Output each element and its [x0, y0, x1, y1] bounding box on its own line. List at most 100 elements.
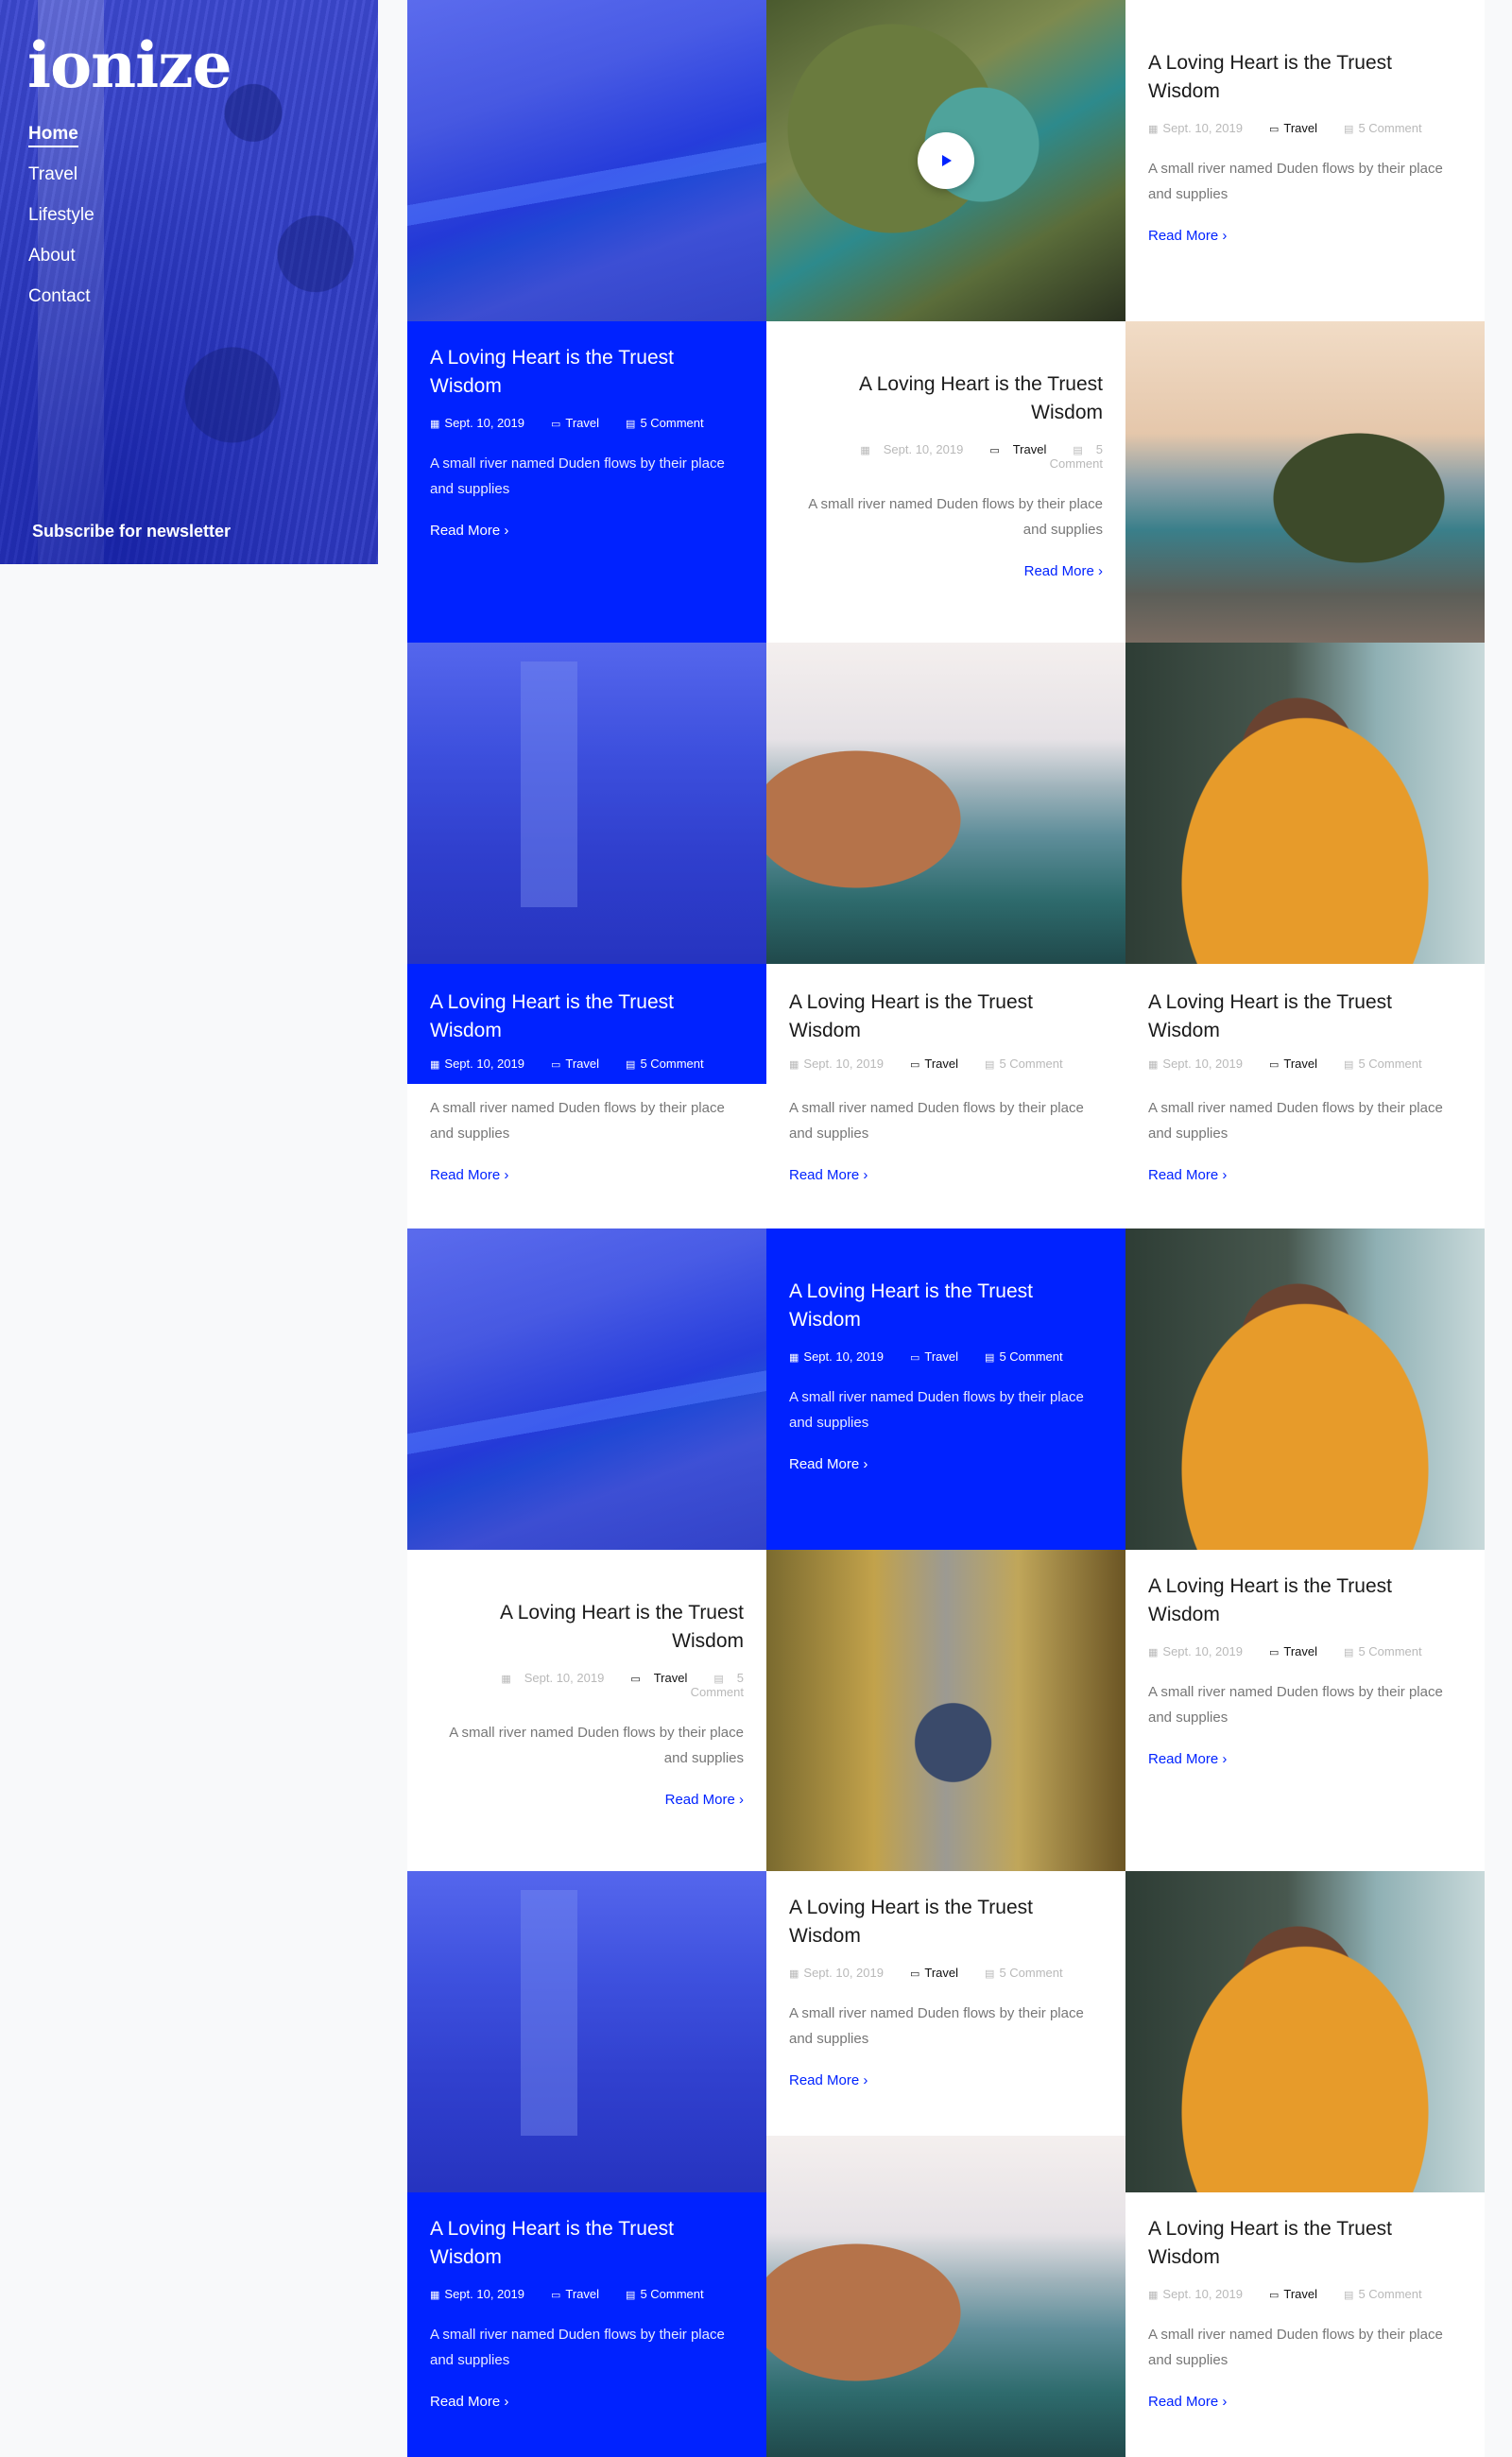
- post-title[interactable]: A Loving Heart is the Truest Wisdom: [1148, 2215, 1462, 2272]
- read-more-link[interactable]: Read More ›: [1148, 228, 1227, 244]
- post-date[interactable]: ▦ Sept. 10, 2019: [789, 1349, 897, 1364]
- post-image[interactable]: [766, 643, 1125, 964]
- read-more-link[interactable]: Read More ›: [1024, 563, 1103, 579]
- folder-icon: ▭: [1268, 1647, 1280, 1658]
- post-card: A Loving Heart is the Truest Wisdom ▦ Sep…: [407, 321, 766, 643]
- post-comments[interactable]: ▤ 5 Comment: [1344, 121, 1435, 135]
- post-excerpt: A small river named Duden flows by their…: [430, 455, 725, 497]
- post-image[interactable]: [766, 1550, 1125, 1871]
- post-category[interactable]: ▭ Travel: [1269, 121, 1331, 135]
- chat-icon: ▤: [985, 1059, 995, 1071]
- folder-icon: ▭: [1268, 2290, 1280, 2301]
- post-comments[interactable]: ▤ 5 Comment: [691, 1671, 744, 1699]
- post-image[interactable]: [1125, 321, 1485, 643]
- post-excerpt: A small river named Duden flows by their…: [430, 1100, 725, 1142]
- subscribe-label[interactable]: Subscribe for newsletter: [32, 522, 231, 541]
- nav-lifestyle[interactable]: Lifestyle: [28, 204, 94, 227]
- read-more-link[interactable]: Read More ›: [1148, 1751, 1227, 1767]
- nav-about[interactable]: About: [28, 245, 94, 267]
- post-image[interactable]: [407, 0, 766, 321]
- post-comments[interactable]: ▤ 5 Comment: [626, 1057, 717, 1071]
- post-category[interactable]: ▭ Travel: [910, 1057, 971, 1071]
- post-title[interactable]: A Loving Heart is the Truest Wisdom: [1148, 988, 1462, 1045]
- post-date[interactable]: ▦ Sept. 10, 2019: [847, 442, 963, 456]
- post-title[interactable]: A Loving Heart is the Truest Wisdom: [789, 988, 1103, 1045]
- chat-icon: ▤: [626, 1059, 636, 1071]
- chevron-right-icon: ›: [863, 1167, 868, 1183]
- play-icon[interactable]: [918, 132, 974, 189]
- post-title[interactable]: A Loving Heart is the Truest Wisdom: [430, 1599, 744, 1656]
- post-image[interactable]: [1125, 1871, 1485, 2192]
- post-date[interactable]: ▦ Sept. 10, 2019: [430, 416, 538, 430]
- post-category[interactable]: ▭ Travel: [976, 442, 1046, 456]
- post-comments[interactable]: ▤ 5 Comment: [985, 1057, 1076, 1071]
- post-image[interactable]: [766, 2136, 1125, 2457]
- site-logo[interactable]: ionize: [27, 28, 232, 102]
- post-comments[interactable]: ▤ 5 Comment: [985, 1349, 1076, 1364]
- post-meta: ▦ Sept. 10, 2019 ▭ Travel ▤ 5 Comment: [789, 1349, 1103, 1364]
- post-meta: ▦ Sept. 10, 2019 ▭ Travel ▤ 5 Comment: [430, 1057, 744, 1071]
- post-title[interactable]: A Loving Heart is the Truest Wisdom: [430, 988, 744, 1045]
- post-date[interactable]: ▦ Sept. 10, 2019: [1148, 1644, 1256, 1658]
- post-title[interactable]: A Loving Heart is the Truest Wisdom: [430, 2215, 744, 2272]
- post-title[interactable]: A Loving Heart is the Truest Wisdom: [430, 344, 744, 401]
- post-comments[interactable]: ▤ 5 Comment: [1050, 442, 1103, 471]
- post-date[interactable]: ▦ Sept. 10, 2019: [1148, 121, 1256, 135]
- mountain-lake-photo: [407, 0, 766, 321]
- post-image[interactable]: [1125, 1228, 1485, 1550]
- post-category[interactable]: ▭ Travel: [1269, 1057, 1331, 1071]
- post-date[interactable]: ▦ Sept. 10, 2019: [789, 1966, 897, 1980]
- read-more-link[interactable]: Read More ›: [789, 2072, 868, 2088]
- post-date[interactable]: ▦ Sept. 10, 2019: [1148, 1057, 1256, 1071]
- read-more-link[interactable]: Read More ›: [430, 2394, 508, 2410]
- read-more-link[interactable]: Read More ›: [1148, 2394, 1227, 2410]
- read-more-link[interactable]: Read More ›: [789, 1456, 868, 1472]
- portrait-photo: [1125, 1871, 1485, 2192]
- post-comments[interactable]: ▤ 5 Comment: [1344, 1057, 1435, 1071]
- church-photo: [407, 643, 766, 964]
- chat-icon: ▤: [1344, 124, 1354, 135]
- nav-home[interactable]: Home: [28, 123, 78, 147]
- post-category[interactable]: ▭ Travel: [910, 1966, 971, 1980]
- nav-contact[interactable]: Contact: [28, 285, 94, 308]
- post-comments[interactable]: ▤ 5 Comment: [626, 416, 717, 430]
- read-more-link[interactable]: Read More ›: [665, 1792, 744, 1808]
- post-image[interactable]: [407, 1871, 766, 2192]
- read-more-link[interactable]: Read More ›: [430, 523, 508, 539]
- post-comments[interactable]: ▤ 5 Comment: [1344, 1644, 1435, 1658]
- post-date[interactable]: ▦ Sept. 10, 2019: [789, 1057, 897, 1071]
- post-category[interactable]: ▭ Travel: [551, 2287, 612, 2301]
- post-title[interactable]: A Loving Heart is the Truest Wisdom: [789, 1894, 1103, 1950]
- post-card: A Loving Heart is the Truest Wisdom ▦ Sep…: [1125, 0, 1485, 321]
- read-more-link[interactable]: Read More ›: [430, 1167, 508, 1183]
- post-category[interactable]: ▭ Travel: [1269, 1644, 1331, 1658]
- folder-icon: ▭: [1268, 1059, 1280, 1071]
- chevron-right-icon: ›: [504, 523, 509, 539]
- post-comments[interactable]: ▤ 5 Comment: [626, 2287, 717, 2301]
- post-date[interactable]: ▦ Sept. 10, 2019: [1148, 2287, 1256, 2301]
- post-category[interactable]: ▭ Travel: [551, 416, 612, 430]
- read-more-link[interactable]: Read More ›: [789, 1167, 868, 1183]
- post-date[interactable]: ▦ Sept. 10, 2019: [430, 1057, 538, 1071]
- read-more-link[interactable]: Read More ›: [1148, 1167, 1227, 1183]
- post-title[interactable]: A Loving Heart is the Truest Wisdom: [789, 370, 1103, 427]
- post-excerpt: A small river named Duden flows by their…: [1148, 1684, 1443, 1726]
- post-title[interactable]: A Loving Heart is the Truest Wisdom: [789, 1278, 1103, 1334]
- nav-travel[interactable]: Travel: [28, 163, 94, 186]
- post-title[interactable]: A Loving Heart is the Truest Wisdom: [1148, 49, 1462, 106]
- post-title[interactable]: A Loving Heart is the Truest Wisdom: [1148, 1572, 1462, 1629]
- post-category[interactable]: ▭ Travel: [910, 1349, 971, 1364]
- video-post[interactable]: [766, 0, 1125, 321]
- chevron-right-icon: ›: [1222, 2394, 1228, 2410]
- post-comments[interactable]: ▤ 5 Comment: [1344, 2287, 1435, 2301]
- post-category[interactable]: ▭ Travel: [551, 1057, 612, 1071]
- post-image[interactable]: [407, 643, 766, 964]
- post-date[interactable]: ▦ Sept. 10, 2019: [488, 1671, 604, 1685]
- post-date[interactable]: ▦ Sept. 10, 2019: [430, 2287, 538, 2301]
- post-category[interactable]: ▭ Travel: [1269, 2287, 1331, 2301]
- post-image[interactable]: [1125, 643, 1485, 964]
- post-image[interactable]: [407, 1228, 766, 1550]
- post-card: A Loving Heart is the Truest Wisdom ▦ Sep…: [407, 1550, 766, 1871]
- post-category[interactable]: ▭ Travel: [617, 1671, 687, 1685]
- post-comments[interactable]: ▤ 5 Comment: [985, 1966, 1076, 1980]
